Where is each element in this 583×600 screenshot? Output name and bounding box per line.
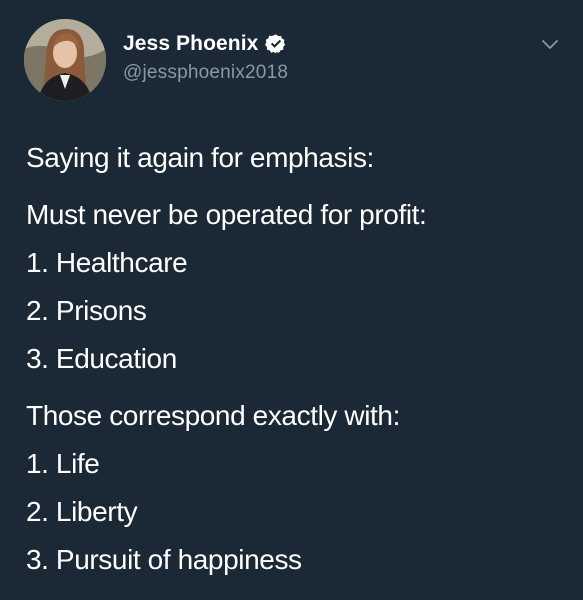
list2-item: 1. Life xyxy=(26,448,100,479)
list1-item: 1. Healthcare xyxy=(26,247,188,278)
list2-heading: Those correspond exactly with: xyxy=(26,400,400,431)
chevron-down-icon[interactable] xyxy=(540,38,560,52)
avatar[interactable] xyxy=(24,19,106,101)
name-row: Jess Phoenix xyxy=(123,32,288,56)
tweet-text: Saying it again for emphasis: Must never… xyxy=(26,134,566,584)
author-block[interactable]: Jess Phoenix @jessphoenix2018 xyxy=(123,32,288,84)
list1-item: 3. Education xyxy=(26,343,177,374)
list2-item: 3. Pursuit of happiness xyxy=(26,544,302,575)
verified-badge-icon xyxy=(265,33,287,55)
avatar-photo xyxy=(24,19,106,101)
display-name[interactable]: Jess Phoenix xyxy=(123,32,258,56)
tweet-card: Jess Phoenix @jessphoenix2018 Saying it … xyxy=(0,0,583,600)
list2-item: 2. Liberty xyxy=(26,496,138,527)
user-handle[interactable]: @jessphoenix2018 xyxy=(123,62,288,84)
list1-heading: Must never be operated for profit: xyxy=(26,199,427,230)
tweet-intro: Saying it again for emphasis: xyxy=(26,142,374,173)
list1-item: 2. Prisons xyxy=(26,295,147,326)
